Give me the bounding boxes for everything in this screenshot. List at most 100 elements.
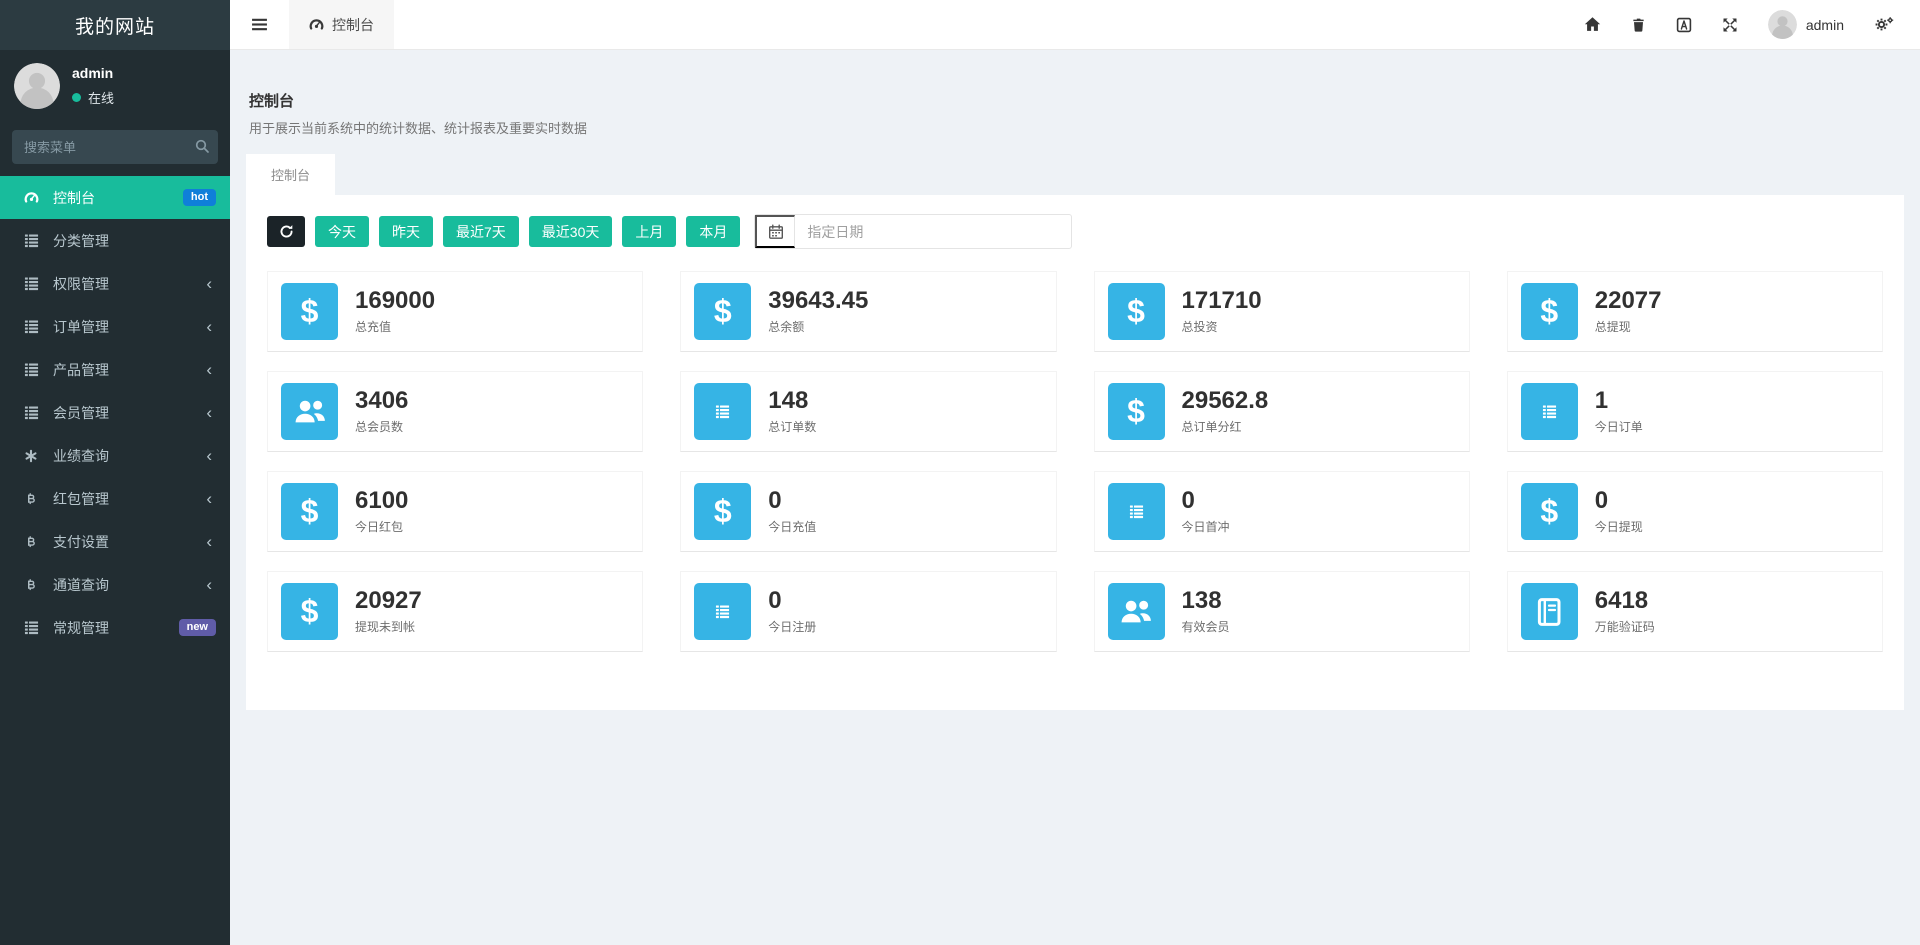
menu-label: 会员管理 [53,403,206,423]
stat-value: 0 [1595,488,1643,514]
menu-label: 通道查询 [53,575,206,595]
dashboard-icon [309,17,324,32]
dashboard-panel: 今天昨天最近7天最近30天上月本月 [246,195,1904,710]
stat-label: 总余额 [768,318,868,335]
range-button-最近30天[interactable]: 最近30天 [529,216,613,247]
dollar-icon: $ [281,283,338,340]
dollar-icon: $ [281,483,338,540]
fullscreen-icon[interactable] [1722,17,1738,33]
stat-value: 29562.8 [1182,388,1269,414]
language-icon[interactable] [1676,17,1692,33]
chevron-left-icon: ‹ [206,361,216,378]
sidebar-item-会员管理[interactable]: 会员管理‹ [0,391,230,434]
stat-value: 0 [768,588,816,614]
range-button-今天[interactable]: 今天 [315,216,369,247]
user-name: admin [72,65,114,81]
home-icon[interactable] [1584,16,1601,33]
site-title: 我的网站 [0,0,230,50]
date-input[interactable] [795,224,1071,240]
range-button-上月[interactable]: 上月 [622,216,676,247]
stats-grid: $169000总充值$39643.45总余额$171710总投资$22077总提… [267,271,1883,652]
sidebar-item-产品管理[interactable]: 产品管理‹ [0,348,230,391]
topbar-tab-dashboard[interactable]: 控制台 [289,0,394,49]
dollar-icon: $ [281,583,338,640]
bitcoin-icon [22,492,40,506]
stat-value: 6418 [1595,588,1655,614]
users-icon [281,383,338,440]
menu-label: 权限管理 [53,274,206,294]
calendar-icon[interactable] [755,215,795,248]
menu-label: 产品管理 [53,360,206,380]
dollar-icon: $ [694,483,751,540]
stat-card-今日订单: 1 今日订单 [1507,371,1883,452]
sidebar-item-权限管理[interactable]: 权限管理‹ [0,262,230,305]
filter-row: 今天昨天最近7天最近30天上月本月 [267,214,1883,249]
dollar-icon: $ [1521,283,1578,340]
sidebar-item-支付设置[interactable]: 支付设置‹ [0,520,230,563]
stat-value: 0 [1182,488,1230,514]
stat-label: 今日充值 [768,518,816,535]
stat-value: 20927 [355,588,422,614]
dollar-icon: $ [1108,383,1165,440]
sidebar-item-控制台[interactable]: 控制台hot [0,176,230,219]
stat-card-万能验证码: 6418 万能验证码 [1507,571,1883,652]
range-button-最近7天[interactable]: 最近7天 [443,216,519,247]
stat-label: 今日订单 [1595,418,1643,435]
stat-label: 总投资 [1182,318,1262,335]
stat-card-提现未到帐: $20927 提现未到帐 [267,571,643,652]
range-button-本月[interactable]: 本月 [686,216,740,247]
stat-card-总订单数: 148总订单数 [680,371,1056,452]
sidebar-item-业绩查询[interactable]: 业绩查询‹ [0,434,230,477]
list-icon [1521,383,1578,440]
stat-value: 171710 [1182,288,1262,314]
gears-icon[interactable] [1874,16,1894,33]
stat-value: 169000 [355,288,435,314]
sidebar: 我的网站 admin 在线 控制台hot分类管理权限管理‹订单管理‹产品管理‹会… [0,0,230,945]
sidebar-item-通道查询[interactable]: 通道查询‹ [0,563,230,606]
sidebar-menu: 控制台hot分类管理权限管理‹订单管理‹产品管理‹会员管理‹业绩查询‹红包管理‹… [0,176,230,945]
range-button-昨天[interactable]: 昨天 [379,216,433,247]
list-icon [22,362,40,377]
topbar: 控制台 admin [230,0,1920,50]
users-icon [1108,583,1165,640]
refresh-button[interactable] [267,216,305,247]
stat-label: 万能验证码 [1595,618,1655,635]
list-icon [22,405,40,420]
stat-label: 总提现 [1595,318,1662,335]
sidebar-item-分类管理[interactable]: 分类管理 [0,219,230,262]
chevron-left-icon: ‹ [206,533,216,550]
stat-value: 3406 [355,388,408,414]
stat-label: 提现未到帐 [355,618,422,635]
list-icon [694,583,751,640]
avatar [1768,10,1797,39]
trash-icon[interactable] [1631,17,1646,33]
bitcoin-icon [22,535,40,549]
sidebar-item-红包管理[interactable]: 红包管理‹ [0,477,230,520]
sidebar-item-常规管理[interactable]: 常规管理new [0,606,230,649]
user-status-label: 在线 [88,88,114,107]
stat-card-总提现: $22077 总提现 [1507,271,1883,352]
search-icon[interactable] [194,138,210,154]
dashboard-icon [22,190,40,205]
page-subtitle: 用于展示当前系统中的统计数据、统计报表及重要实时数据 [249,118,1900,137]
search-input[interactable] [12,130,218,164]
dollar-icon: $ [694,283,751,340]
stat-value: 22077 [1595,288,1662,314]
stat-card-有效会员: 138 有效会员 [1094,571,1470,652]
stat-value: 1 [1595,388,1643,414]
stat-label: 有效会员 [1182,618,1230,635]
stat-label: 今日红包 [355,518,408,535]
stat-value: 138 [1182,588,1230,614]
sidebar-item-订单管理[interactable]: 订单管理‹ [0,305,230,348]
stat-card-今日首冲: 0 今日首冲 [1094,471,1470,552]
chevron-left-icon: ‹ [206,447,216,464]
topbar-user[interactable]: admin [1768,10,1844,39]
stat-label: 今日首冲 [1182,518,1230,535]
tab-dashboard[interactable]: 控制台 [246,154,335,195]
menu-badge-new: new [179,619,216,636]
stat-card-总充值: $169000总充值 [267,271,643,352]
menu-label: 红包管理 [53,489,206,509]
menu-label: 控制台 [53,188,183,208]
chevron-left-icon: ‹ [206,318,216,335]
hamburger-icon[interactable] [230,0,289,49]
